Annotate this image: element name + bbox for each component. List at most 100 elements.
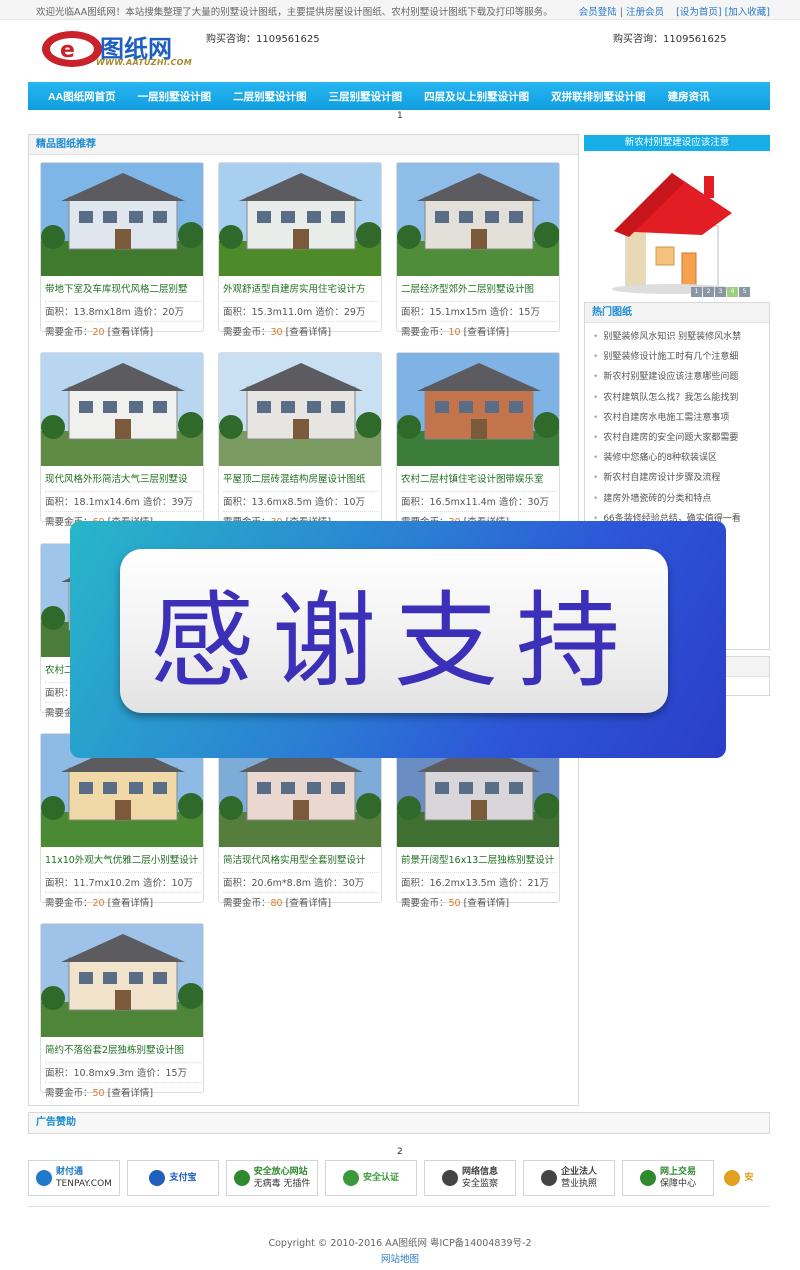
card-title[interactable]: 农村二层村镇住宅设计图带娱乐室	[401, 471, 557, 485]
house-image[interactable]	[397, 163, 559, 276]
badge-name: 安全认证	[362, 1173, 399, 1183]
product-card[interactable]: 外观舒适型自建房实用住宅设计方 面积：15.3m11.0m 造价：29万 需要金币：…	[218, 162, 382, 338]
hot-list-item[interactable]: 别墅装修风水知识 别墅装修风水禁	[593, 327, 769, 347]
hot-list-item[interactable]: 新农村自建房设计步骤及流程	[593, 468, 769, 488]
sitemap-link[interactable]: 网站地图	[0, 1251, 800, 1265]
product-card[interactable]: 带地下室及车库现代风格二层别墅 面积：13.8mx18m 造价：20万 需要金币：2…	[40, 162, 204, 338]
badge-name: 安全放心网站	[253, 1167, 308, 1177]
badge-name: 网络信息	[461, 1167, 498, 1177]
slide-dot[interactable]: 2	[703, 287, 714, 297]
card-area-price: 面积：13.8mx18m 造价：20万	[45, 301, 201, 318]
side-banner[interactable]: 新农村别墅建设应该注意	[584, 135, 770, 151]
trust-badge[interactable]: 网上交易 保障中心	[622, 1160, 714, 1196]
nav-three-floor[interactable]: 三层别墅设计图	[329, 89, 403, 104]
slide-dot[interactable]: 1	[691, 287, 702, 297]
card-coins: 需要金币：80 [查看详情]	[223, 892, 379, 909]
coins-value: 20	[92, 898, 105, 909]
house-image[interactable]	[41, 353, 203, 466]
card-title[interactable]: 现代风格外形简洁大气三层别墅设	[45, 471, 201, 485]
card-area-price: 面积：13.6mx8.5m 造价：10万	[223, 491, 379, 508]
card-title[interactable]: 带地下室及车库现代风格二层别墅	[45, 281, 201, 295]
slide-pager: 1 2 3 4 5	[691, 287, 750, 297]
top-bar: 欢迎光临AA图纸网！本站搜集整理了大量的别墅设计图纸，主要提供房屋设计图纸、农村…	[0, 0, 800, 20]
nav-four-floor[interactable]: 四层及以上别墅设计图	[424, 89, 529, 104]
detail-link[interactable]: [查看详情]	[108, 327, 153, 338]
house-image[interactable]	[219, 353, 381, 466]
hot-list-item[interactable]: 装修中您痛心的8种软装误区	[593, 448, 769, 468]
card-coins: 需要金币：10 [查看详情]	[401, 321, 557, 338]
trust-badge[interactable]: 安	[721, 1160, 757, 1196]
card-title[interactable]: 平屋顶二层砖混结构房屋设计图纸	[223, 471, 379, 485]
product-card[interactable]: 简洁现代风格实用型全套别墅设计 面积：20.6m*8.8m 造价：30万 需要金币：…	[218, 733, 382, 909]
trust-badges: 财付通 TENPAY.COM 支付宝 安全放心网站 无病毒 无插件 安全认证 网络信息 安全监…	[28, 1160, 770, 1198]
card-title[interactable]: 二层经济型郊外二层别墅设计图	[401, 281, 557, 295]
card-title[interactable]: 前景开阔型16x13二层独栋别墅设计	[401, 852, 557, 866]
coins-value: 50	[92, 1088, 105, 1099]
slide-dot[interactable]: 5	[739, 287, 750, 297]
marker-two: 2	[397, 1147, 403, 1157]
house-image[interactable]	[219, 163, 381, 276]
trust-badge[interactable]: 安全认证	[325, 1160, 417, 1196]
divider	[28, 1206, 770, 1207]
house-slide[interactable]	[584, 151, 770, 300]
product-card[interactable]: 前景开阔型16x13二层独栋别墅设计 面积：16.2mx13.5m 造价：21万需…	[396, 733, 560, 909]
card-coins: 需要金币：20 [查看详情]	[45, 892, 201, 909]
product-card[interactable]: 现代风格外形简洁大气三层别墅设 面积：18.1mx14.6m 造价：39万 需要金币…	[40, 352, 204, 528]
product-card[interactable]: 二层经济型郊外二层别墅设计图 面积：15.1mx15m 造价：15万 需要金币：10…	[396, 162, 560, 338]
coins-label: 需要金币：	[401, 327, 449, 338]
trust-badge[interactable]: 安全放心网站 无病毒 无插件	[226, 1160, 318, 1196]
trust-badge[interactable]: 网络信息 安全监察	[424, 1160, 516, 1196]
register-link[interactable]: 注册会员	[626, 7, 664, 18]
detail-link[interactable]: [查看详情]	[286, 898, 331, 909]
nav-duplex[interactable]: 双拼联排别墅设计图	[551, 89, 646, 104]
card-area-price: 面积：18.1mx14.6m 造价：39万	[45, 491, 201, 508]
coins-value: 10	[448, 327, 461, 338]
nav-one-floor[interactable]: 一层别墅设计图	[138, 89, 212, 104]
house-image[interactable]	[41, 163, 203, 276]
house-image[interactable]	[41, 924, 203, 1037]
hot-list-item[interactable]: 农村自建房水电施工需注意事项	[593, 408, 769, 428]
slide-dot-active[interactable]: 4	[727, 287, 738, 297]
add-favorite-link[interactable]: [加入收藏]	[725, 7, 770, 18]
welcome-text: 欢迎光临AA图纸网！本站搜集整理了大量的别墅设计图纸，主要提供房屋设计图纸、农村…	[36, 7, 553, 18]
login-link[interactable]: 会员登陆	[579, 7, 617, 18]
house-image[interactable]	[397, 353, 559, 466]
card-title[interactable]: 外观舒适型自建房实用住宅设计方	[223, 281, 379, 295]
svg-text:e: e	[60, 38, 75, 63]
hot-list-item[interactable]: 农村自建房的安全问题大家都需要	[593, 428, 769, 448]
hot-list-item[interactable]: 建房外墙瓷砖的分类和特点	[593, 489, 769, 509]
detail-link[interactable]: [查看详情]	[464, 898, 509, 909]
card-title[interactable]: 11x10外观大气优雅二层小别墅设计	[45, 852, 201, 866]
hot-list-item[interactable]: 别墅装修设计施工时有几个注意细	[593, 347, 769, 367]
hot-list-item[interactable]: 农村建筑队怎么找？我怎么能找到	[593, 388, 769, 408]
card-title[interactable]: 简约不落俗套2层独栋别墅设计图	[45, 1042, 201, 1056]
detail-link[interactable]: [查看详情]	[108, 1088, 153, 1099]
thanks-text: 感谢支持	[149, 579, 638, 702]
badge-name: 安	[744, 1173, 754, 1183]
badge-icon	[639, 1170, 656, 1186]
set-homepage-link[interactable]: [设为首页]	[676, 7, 721, 18]
coins-value: 20	[92, 327, 105, 338]
product-card[interactable]: 11x10外观大气优雅二层小别墅设计 面积：11.7mx10.2m 造价：10万需…	[40, 733, 204, 909]
ad-panel: 广告赞助	[28, 1112, 770, 1134]
product-card[interactable]: 农村二层村镇住宅设计图带娱乐室面积：16.5mx11.4m 造价：30万需要金币…	[396, 352, 560, 528]
badge-name: 支付宝	[169, 1173, 197, 1183]
trust-badge[interactable]: 支付宝	[127, 1160, 219, 1196]
product-card[interactable]: 平屋顶二层砖混结构房屋设计图纸面积：13.6mx8.5m 造价：10万需要金币：…	[218, 352, 382, 528]
detail-link[interactable]: [查看详情]	[108, 898, 153, 909]
product-card[interactable]: 简约不落俗套2层独栋别墅设计图 面积：10.8mx9.3m 造价：15万 需要金币：…	[40, 923, 204, 1099]
nav-home[interactable]: AA图纸网首页	[48, 89, 116, 104]
detail-link[interactable]: [查看详情]	[286, 327, 331, 338]
coins-label: 需要金币：	[45, 898, 93, 909]
trust-badge[interactable]: 财付通 TENPAY.COM	[28, 1160, 120, 1196]
detail-link[interactable]: [查看详情]	[464, 327, 509, 338]
thanks-overlay: 感谢支持	[70, 521, 726, 758]
slide-dot[interactable]: 3	[715, 287, 726, 297]
hot-list-item[interactable]: 新农村别墅建设应该注意哪些问题	[593, 367, 769, 387]
coins-label: 需要金币：	[223, 327, 271, 338]
nav-two-floor[interactable]: 二层别墅设计图	[233, 89, 307, 104]
trust-badge[interactable]: 企业法人 营业执照	[523, 1160, 615, 1196]
badge-name: 企业法人	[560, 1167, 597, 1177]
card-title[interactable]: 简洁现代风格实用型全套别墅设计	[223, 852, 379, 866]
nav-news[interactable]: 建房资讯	[668, 89, 710, 104]
